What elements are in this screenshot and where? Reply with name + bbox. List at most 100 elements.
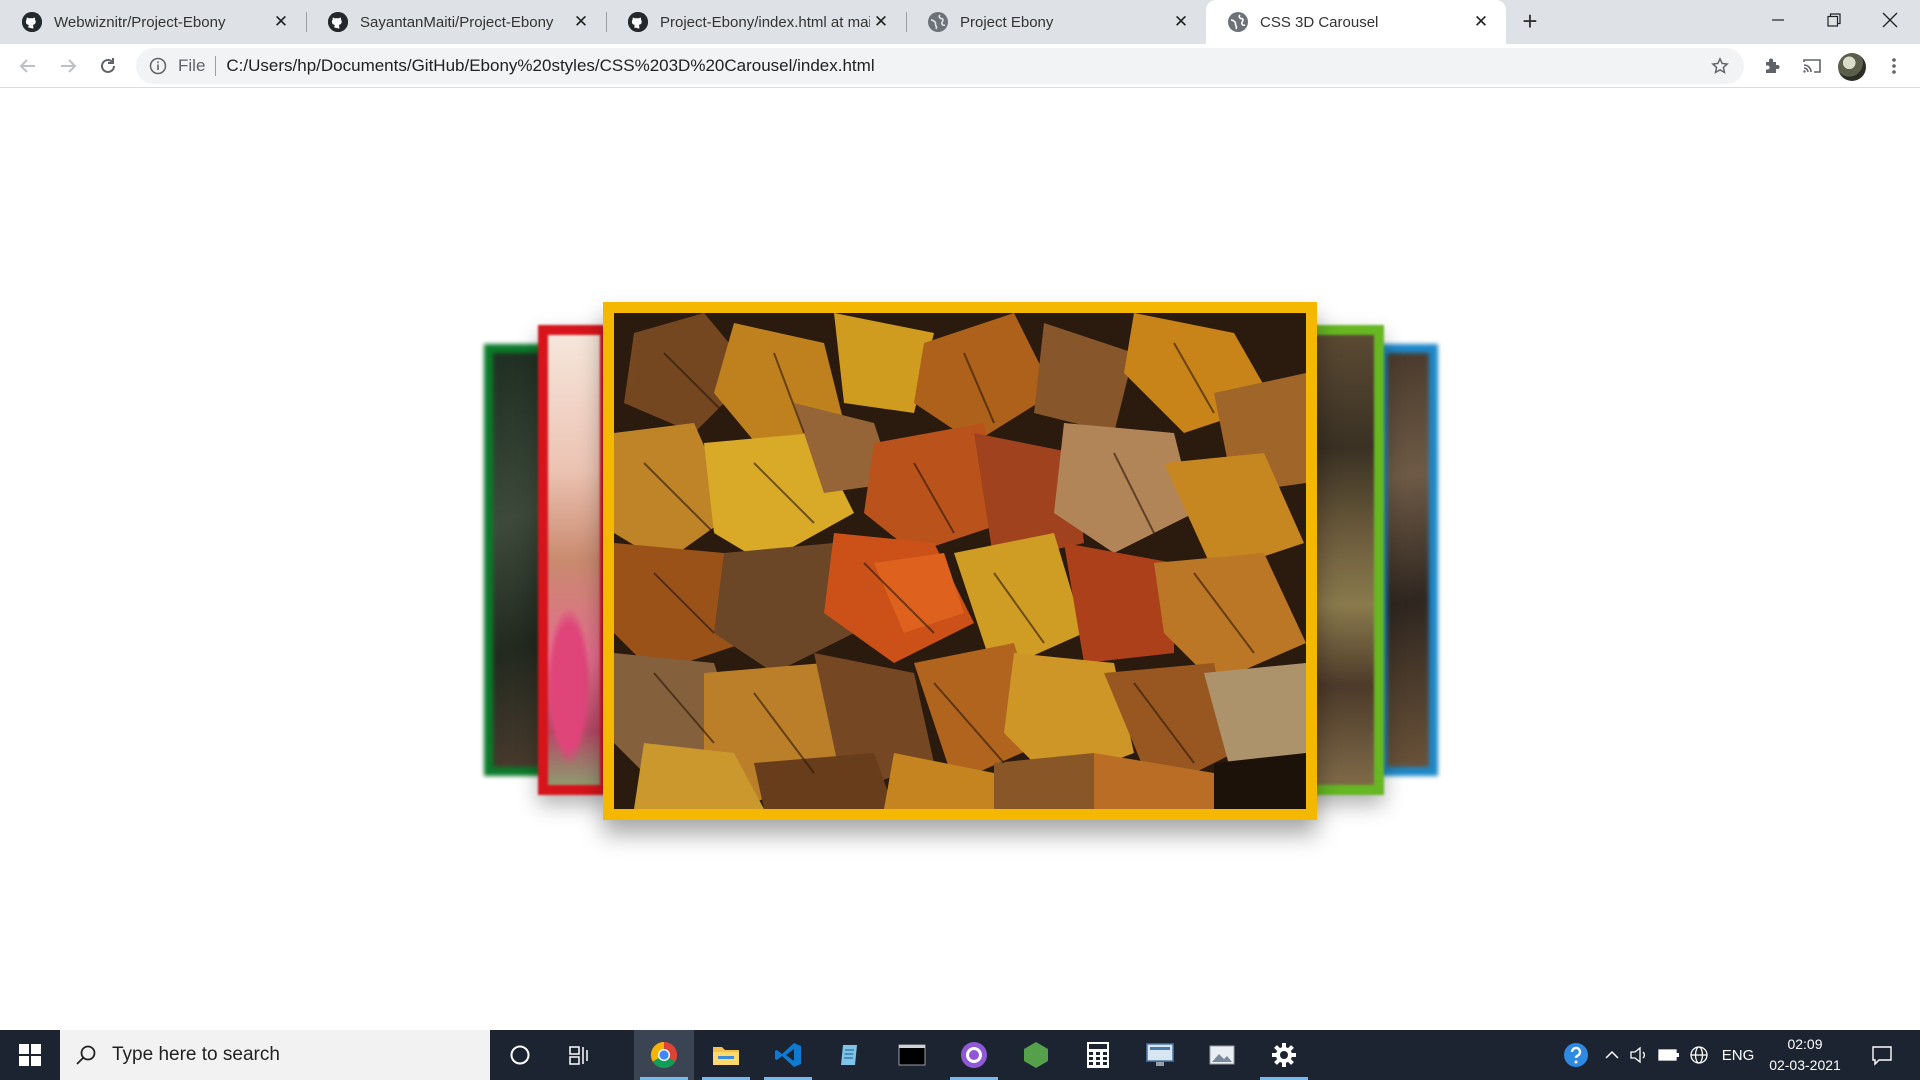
help-icon — [1564, 1043, 1588, 1067]
task-view-button[interactable] — [550, 1030, 610, 1080]
help-tray-button[interactable] — [1558, 1030, 1594, 1080]
kebab-menu-icon — [1892, 58, 1896, 74]
tab-title: Webwiznitr/Project-Ebony — [54, 13, 226, 31]
slide-image — [1310, 335, 1374, 785]
search-placeholder: Type here to search — [112, 1044, 280, 1065]
task-view-icon — [569, 1046, 588, 1065]
vscode-button[interactable] — [758, 1030, 818, 1080]
tab-index-html[interactable]: Project-Ebony/index.html at main ✕ — [606, 0, 906, 44]
reload-icon — [101, 58, 115, 73]
settings-button[interactable] — [1254, 1030, 1314, 1080]
scheme-label: File — [178, 56, 206, 75]
photos-icon — [1209, 1045, 1235, 1065]
bookmark-star-icon[interactable] — [1710, 56, 1730, 76]
tab-close-icon[interactable]: ✕ — [870, 11, 892, 33]
slide-image — [1387, 353, 1429, 767]
tab-close-icon[interactable]: ✕ — [570, 11, 592, 33]
menu-button[interactable] — [1880, 52, 1908, 80]
extensions-button[interactable] — [1758, 52, 1786, 80]
windows-logo-icon — [19, 1044, 41, 1066]
volume-button[interactable] — [1626, 1030, 1652, 1080]
photos-button[interactable] — [1192, 1030, 1252, 1080]
remote-desktop-icon — [1146, 1043, 1174, 1066]
slide-image-autumn-leaves — [614, 313, 1306, 809]
tab-webwiznitr[interactable]: Webwiznitr/Project-Ebony ✕ — [0, 0, 306, 44]
back-button[interactable] — [14, 52, 42, 80]
chrome-icon — [650, 1041, 678, 1069]
tab-title: Project-Ebony/index.html at main — [660, 13, 870, 31]
omnibox-divider — [215, 56, 217, 76]
close-icon — [1882, 12, 1898, 28]
file-explorer-button[interactable] — [696, 1030, 756, 1080]
cortana-button[interactable] — [490, 1030, 550, 1080]
globe-icon — [1228, 12, 1248, 32]
close-window-button[interactable] — [1862, 0, 1918, 40]
clock[interactable]: 02:09 02-03-2021 — [1760, 1034, 1850, 1076]
settings-icon — [1272, 1043, 1296, 1067]
github-icon — [328, 12, 348, 32]
tab-sayantanmaiti[interactable]: SayantanMaiti/Project-Ebony ✕ — [306, 0, 606, 44]
cortana-icon — [510, 1045, 530, 1065]
tab-project-ebony[interactable]: Project Ebony ✕ — [906, 0, 1206, 44]
puzzle-icon — [1766, 58, 1780, 73]
carousel-slide-far-right[interactable] — [1378, 344, 1438, 776]
clock-time: 02:09 — [1787, 1036, 1823, 1052]
minimize-button[interactable] — [1750, 0, 1806, 40]
globe-icon — [928, 12, 948, 32]
tab-strip: Webwiznitr/Project-Ebony ✕ SayantanMaiti… — [0, 0, 1920, 44]
tab-close-icon[interactable]: ✕ — [1170, 11, 1192, 33]
file-explorer-icon — [713, 1047, 739, 1065]
tab-title: CSS 3D Carousel — [1260, 13, 1379, 31]
restore-icon — [1827, 13, 1841, 27]
taskbar-search-box[interactable]: Type here to search — [60, 1030, 490, 1080]
cast-icon — [1803, 59, 1821, 73]
calculator-button[interactable] — [1068, 1030, 1128, 1080]
terminal-button[interactable] — [882, 1030, 942, 1080]
network-button[interactable] — [1686, 1030, 1712, 1080]
github-icon — [22, 12, 42, 32]
globe-network-icon — [1690, 1046, 1708, 1064]
clock-date: 02-03-2021 — [1769, 1057, 1841, 1073]
terminal-icon — [898, 1044, 926, 1066]
battery-icon — [1658, 1049, 1679, 1061]
start-button[interactable] — [0, 1030, 60, 1080]
forward-button[interactable] — [54, 52, 82, 80]
chrome-taskbar-button[interactable] — [634, 1030, 694, 1080]
vscode-icon — [775, 1043, 801, 1067]
restore-button[interactable] — [1806, 0, 1862, 40]
url-text[interactable]: C:/Users/hp/Documents/GitHub/Ebony%20sty… — [226, 56, 874, 76]
battery-button[interactable] — [1656, 1030, 1682, 1080]
minimize-icon — [1772, 19, 1784, 21]
volume-icon — [1630, 1046, 1645, 1064]
notification-icon — [1872, 1046, 1892, 1066]
tab-css-3d-carousel[interactable]: CSS 3D Carousel ✕ — [1206, 0, 1506, 44]
tab-title: Project Ebony — [960, 13, 1054, 31]
reload-button[interactable] — [94, 52, 122, 80]
remote-desktop-button[interactable] — [1130, 1030, 1190, 1080]
chevron-up-icon — [1605, 1050, 1619, 1059]
slide-image — [548, 335, 600, 785]
github-desktop-icon — [961, 1042, 987, 1068]
nodejs-icon — [1024, 1042, 1048, 1068]
carousel-slide-left[interactable] — [538, 325, 610, 795]
search-icon — [74, 1043, 98, 1067]
tab-close-icon[interactable]: ✕ — [1470, 11, 1492, 33]
cast-button[interactable] — [1798, 52, 1826, 80]
language-indicator[interactable]: ENG — [1716, 1030, 1760, 1080]
github-desktop-button[interactable] — [944, 1030, 1004, 1080]
forward-arrow-icon — [61, 59, 77, 73]
show-hidden-icons-button[interactable] — [1600, 1030, 1624, 1080]
carousel-slide-center[interactable] — [603, 302, 1317, 820]
carousel-stage — [0, 88, 1920, 1030]
github-icon — [628, 12, 648, 32]
tab-title: SayantanMaiti/Project-Ebony — [360, 13, 554, 31]
new-tab-button[interactable]: + — [1516, 8, 1544, 36]
tab-close-icon[interactable]: ✕ — [270, 11, 292, 33]
nodejs-button[interactable] — [1006, 1030, 1066, 1080]
notepad-button[interactable] — [820, 1030, 880, 1080]
calculator-icon — [1087, 1042, 1109, 1068]
action-center-button[interactable] — [1862, 1030, 1902, 1080]
address-bar[interactable]: File C:/Users/hp/Documents/GitHub/Ebony%… — [136, 48, 1744, 84]
avatar[interactable] — [1838, 53, 1866, 81]
info-icon[interactable] — [148, 56, 168, 76]
